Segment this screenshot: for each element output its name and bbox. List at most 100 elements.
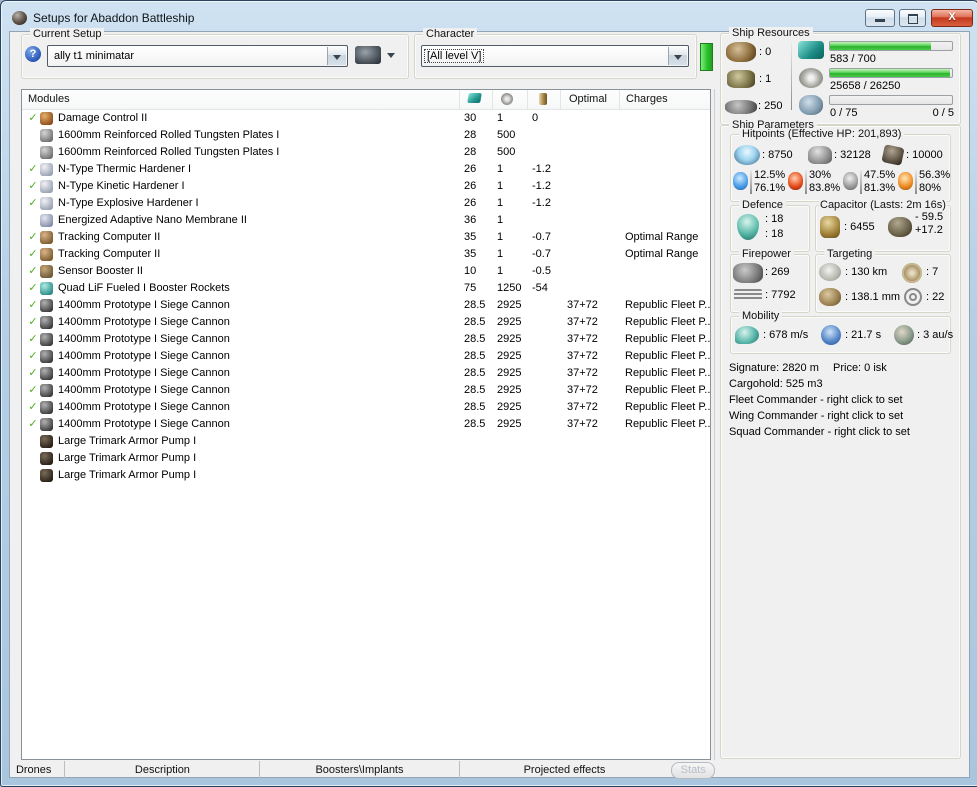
- module-row[interactable]: ✓ 1400mm Prototype I Siege Cannon 28.5 2…: [22, 416, 710, 433]
- module-row[interactable]: ✓ 1400mm Prototype I Siege Cannon 28.5 2…: [22, 348, 710, 365]
- ship-resources-group: Ship Resources : 0 : 1 : 250 583 / 700 2…: [720, 27, 961, 125]
- powergrid-icon: [501, 93, 513, 105]
- close-button[interactable]: X: [931, 9, 973, 27]
- dps-icon: [734, 289, 762, 301]
- cpu-value: 583 / 700: [830, 53, 876, 65]
- pump-module-icon: [40, 452, 53, 465]
- module-row[interactable]: Large Trimark Armor Pump I: [22, 450, 710, 467]
- setup-combobox[interactable]: ally t1 minimatar: [47, 45, 348, 67]
- tab-projected-effects[interactable]: Projected effects: [460, 761, 670, 779]
- modules-list-body: ✓ Damage Control II 30 1 0 1600mm Reinfo…: [22, 110, 710, 484]
- module-row[interactable]: ✓ Quad LiF Fueled I Booster Rockets 75 1…: [22, 280, 710, 297]
- resources-divider: [791, 44, 792, 110]
- sensor-module-icon: [40, 265, 53, 278]
- maximize-button[interactable]: [899, 9, 926, 27]
- capacitor-flux-values: - 59.5 +17.2: [915, 211, 944, 236]
- firepower-group: Firepower : 269 : 7792: [730, 248, 810, 313]
- targeting-range-icon: [819, 263, 841, 281]
- powergrid-bar: [829, 68, 953, 78]
- cannon-module-icon: [40, 418, 53, 431]
- shield-hp-icon: [734, 145, 760, 165]
- cannon-module-icon: [40, 299, 53, 312]
- damage-control-module-icon: [40, 112, 53, 125]
- app-icon: [12, 11, 27, 25]
- module-row[interactable]: Large Trimark Armor Pump I: [22, 433, 710, 450]
- membrane-module-icon: [40, 214, 53, 227]
- character-combobox[interactable]: [All level V]: [421, 45, 689, 67]
- hull-hp-value: : 10000: [906, 149, 943, 161]
- targeting-range-value: : 130 km: [845, 266, 888, 278]
- squad-commander-setting[interactable]: Squad Commander - right click to set: [729, 426, 910, 438]
- drone-bandwidth-value: 0 / 5: [932, 107, 954, 119]
- module-row[interactable]: ✓ Sensor Booster II 10 1 -0.5: [22, 263, 710, 280]
- module-qty-value: [497, 467, 532, 488]
- cpu-column-header: [459, 90, 492, 109]
- cannon-module-icon: [40, 384, 53, 397]
- modules-list[interactable]: Modules Optimal Charges ✓ Damage Control…: [21, 89, 711, 760]
- tab-description[interactable]: Description: [65, 761, 261, 779]
- module-row[interactable]: ✓ 1400mm Prototype I Siege Cannon 28.5 2…: [22, 382, 710, 399]
- ship-browser-dropdown-icon[interactable]: [387, 53, 395, 58]
- signature-value: Signature: 2820 m: [729, 362, 819, 374]
- cannon-module-icon: [40, 350, 53, 363]
- cannon-module-icon: [40, 367, 53, 380]
- kinetic-resist-values: 47.5% 81.3%: [864, 169, 896, 194]
- dps-value: : 7792: [765, 289, 796, 301]
- wing-commander-setting[interactable]: Wing Commander - right click to set: [729, 410, 903, 422]
- powergrid-value: 25658 / 26250: [830, 80, 901, 92]
- modules-column-header: Modules: [28, 93, 70, 105]
- module-row[interactable]: ✓ Tracking Computer II 35 1 -0.7 Optimal…: [22, 229, 710, 246]
- module-cpu-value: [464, 467, 497, 488]
- module-row[interactable]: ✓ 1400mm Prototype I Siege Cannon 28.5 2…: [22, 297, 710, 314]
- volley-value: : 269: [765, 266, 790, 278]
- panel-splitter[interactable]: [714, 89, 715, 760]
- mobility-group: Mobility : 678 m/s : 21.7 s : 3 au/s: [730, 310, 953, 354]
- turret-hardpoints-icon: [726, 42, 756, 62]
- tab-boosters-implants[interactable]: Boosters\Implants: [260, 761, 460, 779]
- tab-drones[interactable]: Drones: [3, 761, 66, 779]
- module-row[interactable]: Energized Adaptive Nano Membrane II 36 1: [22, 212, 710, 229]
- module-row[interactable]: ✓ 1400mm Prototype I Siege Cannon 28.5 2…: [22, 314, 710, 331]
- thermal-resist-values: 30% 83.8%: [809, 169, 841, 194]
- module-row[interactable]: ✓ N-Type Explosive Hardener I 26 1 -1.2: [22, 195, 710, 212]
- resist-divider: [805, 170, 807, 194]
- module-row[interactable]: ✓ N-Type Kinetic Hardener I 26 1 -1.2: [22, 178, 710, 195]
- stats-button[interactable]: Stats: [671, 762, 716, 779]
- help-icon[interactable]: ?: [25, 46, 41, 62]
- module-row[interactable]: ✓ Damage Control II 30 1 0: [22, 110, 710, 127]
- cannon-module-icon: [40, 401, 53, 414]
- minimize-button[interactable]: [865, 9, 895, 27]
- capacitor-column-header: [527, 90, 560, 109]
- charges-column-header: Charges: [619, 90, 710, 109]
- module-row[interactable]: Large Trimark Armor Pump I: [22, 467, 710, 484]
- capacitor-amount-value: : 6455: [844, 221, 875, 233]
- setup-combobox-value: ally t1 minimatar: [54, 50, 135, 62]
- defence-shield-icon: [737, 214, 759, 240]
- module-row[interactable]: ✓ 1400mm Prototype I Siege Cannon 28.5 2…: [22, 365, 710, 382]
- module-row[interactable]: ✓ 1400mm Prototype I Siege Cannon 28.5 2…: [22, 399, 710, 416]
- launcher-hardpoints-icon: [727, 70, 755, 88]
- capacitor-recharge-icon: [888, 217, 912, 237]
- ship-browser-button[interactable]: [355, 46, 381, 64]
- character-combobox-button[interactable]: [668, 47, 687, 65]
- resist-divider: [750, 170, 752, 194]
- armor-hp-value: : 32128: [834, 149, 871, 161]
- window-frame: Setups for Abaddon Battleship X Current …: [0, 0, 977, 787]
- volley-icon: [733, 263, 763, 283]
- setup-combobox-button[interactable]: [327, 47, 346, 65]
- module-row[interactable]: 1600mm Reinforced Rolled Tungsten Plates…: [22, 144, 710, 161]
- window-title: Setups for Abaddon Battleship: [33, 11, 195, 25]
- module-row[interactable]: 1600mm Reinforced Rolled Tungsten Plates…: [22, 127, 710, 144]
- title-bar[interactable]: Setups for Abaddon Battleship X: [1, 1, 977, 31]
- powergrid-bar-fill: [830, 69, 950, 77]
- em-resist-icon: [733, 172, 748, 190]
- capacitor-amount-icon: [820, 216, 840, 238]
- module-row[interactable]: ✓ N-Type Thermic Hardener I 26 1 -1.2: [22, 161, 710, 178]
- kinetic-resist-icon: [843, 172, 858, 190]
- pump-module-icon: [40, 469, 53, 482]
- shield-hp-value: : 8750: [762, 149, 793, 161]
- module-row[interactable]: ✓ 1400mm Prototype I Siege Cannon 28.5 2…: [22, 331, 710, 348]
- fleet-commander-setting[interactable]: Fleet Commander - right click to set: [729, 394, 903, 406]
- module-row[interactable]: ✓ Tracking Computer II 35 1 -0.7 Optimal…: [22, 246, 710, 263]
- max-targets-value: : 7: [926, 266, 939, 278]
